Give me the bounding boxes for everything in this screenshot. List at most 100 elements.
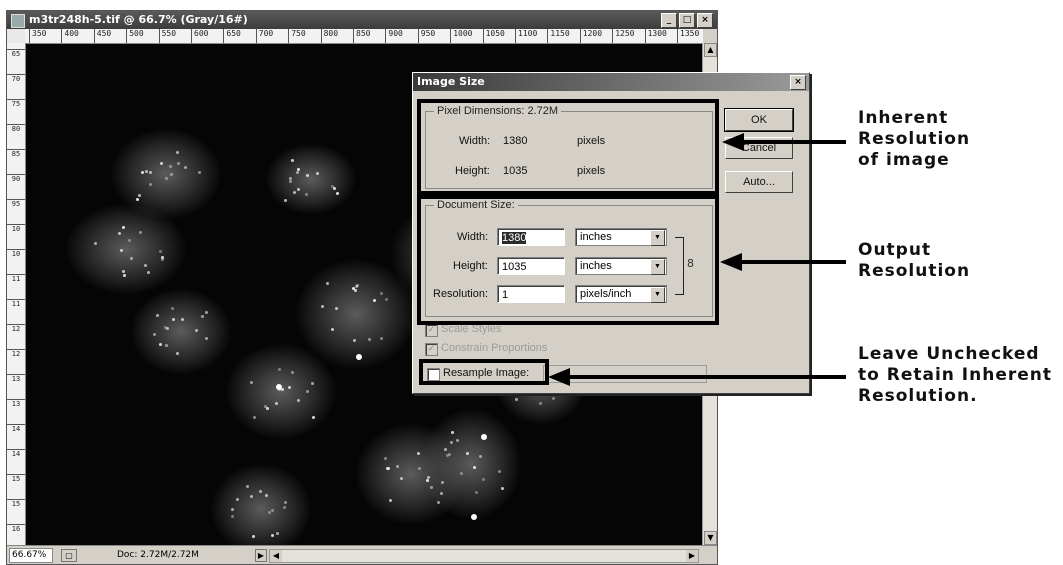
status-menu-arrow[interactable]: ▶ [255, 549, 267, 562]
document-title-bar[interactable]: m3tr248h-5.tif @ 66.7% (Gray/16#) _ □ × [7, 11, 717, 29]
fluorescent-spot [416, 451, 420, 455]
close-button[interactable]: × [697, 13, 713, 28]
ruler-left-tick: 65 [7, 49, 25, 58]
bright-spot [276, 384, 282, 390]
constrain-proportions-checkbox[interactable]: ✓ [425, 343, 438, 356]
fluorescent-spot [176, 351, 180, 355]
fluorescent-spot [161, 257, 165, 261]
fluorescent-spot [127, 239, 131, 242]
cell-blob [131, 289, 231, 374]
bright-spot [471, 514, 477, 520]
zoom-field[interactable]: 66.67% [9, 548, 53, 563]
fluorescent-spot [500, 486, 504, 490]
fluorescent-spot [265, 406, 269, 410]
fluorescent-spot [455, 439, 459, 443]
document-icon [11, 14, 25, 28]
fluorescent-spot [245, 484, 249, 488]
ruler-top-tick: 700 [255, 29, 273, 43]
fluorescent-spot [331, 327, 335, 331]
horizontal-ruler[interactable]: 350 400 450 500 550 600 650 700 750 800 850 900 950 1… [25, 29, 703, 44]
bright-spot [481, 434, 487, 440]
fluorescent-spot [291, 370, 295, 374]
ruler-left-tick: 15 [7, 474, 25, 483]
fluorescent-spot [465, 451, 469, 455]
horizontal-scrollbar[interactable]: ◀ ▶ [269, 549, 699, 563]
fluorescent-spot [277, 368, 281, 372]
ruler-left-tick: 11 [7, 274, 25, 283]
arrowhead-inherent [722, 133, 744, 151]
constrain-proportions-label: Constrain Proportions [441, 342, 548, 354]
ruler-top-tick: 500 [126, 29, 144, 43]
fluorescent-spot [180, 317, 184, 321]
ruler-top-tick: 1350 [677, 29, 699, 43]
fluorescent-spot [140, 170, 144, 174]
callout-output: Output Resolution [858, 240, 971, 281]
ruler-left-tick: 70 [7, 74, 25, 83]
fluorescent-spot [265, 493, 269, 497]
scale-styles-checkbox[interactable]: ✓ [425, 324, 438, 337]
ruler-top-tick: 1050 [482, 29, 505, 43]
ruler-top-tick: 850 [353, 29, 370, 43]
ruler-left-tick: 14 [7, 424, 25, 433]
ruler-top-tick: 1000 [450, 29, 472, 43]
scroll-left-arrow[interactable]: ◀ [270, 550, 282, 562]
ruler-left-tick: 16 [7, 524, 25, 533]
fluorescent-spot [158, 343, 162, 347]
fluorescent-spot [171, 317, 175, 321]
ruler-top-tick: 650 [223, 29, 241, 43]
fluorescent-spot [249, 495, 253, 499]
fluorescent-spot [287, 385, 291, 389]
dialog-title: Image Size [413, 73, 809, 91]
fluorescent-spot [379, 292, 383, 296]
fluorescent-spot [459, 471, 463, 475]
ruler-left-tick: 15 [7, 499, 25, 508]
auto-button[interactable]: Auto... [725, 171, 793, 193]
ruler-top-tick: 1300 [644, 29, 667, 43]
arrow-output [740, 260, 846, 264]
fluorescent-spot [436, 500, 440, 504]
vertical-ruler[interactable]: 65 70 75 80 85 90 95 10 10 11 11 12 12 13 13 14 14 15 15 16 [7, 43, 26, 545]
ruler-left-tick: 12 [7, 349, 25, 358]
ruler-top-tick: 950 [417, 29, 435, 43]
document-size-info: Doc: 2.72M/2.72M [117, 550, 199, 560]
fluorescent-spot [169, 164, 173, 168]
cell-blob [66, 204, 186, 294]
fluorescent-spot [449, 440, 453, 444]
dialog-close-button[interactable]: × [790, 75, 806, 90]
bright-spot [356, 354, 362, 360]
arrowhead-output [720, 253, 742, 271]
fluorescent-spot [538, 401, 542, 405]
ruler-top-tick: 750 [288, 29, 306, 43]
image-size-dialog: Image Size × Pixel Dimensions: 2.72M Wid… [412, 72, 810, 394]
ruler-top-tick: 1200 [579, 29, 602, 43]
fluorescent-spot [284, 500, 288, 504]
maximize-button[interactable]: □ [679, 13, 695, 28]
fluorescent-spot [164, 343, 168, 347]
ruler-left-tick: 14 [7, 449, 25, 458]
ruler-origin[interactable] [7, 29, 26, 44]
fluorescent-spot [352, 338, 356, 342]
callout-leave: Leave Unchecked to Retain Inherent Resol… [858, 344, 1052, 406]
scroll-right-arrow[interactable]: ▶ [686, 550, 698, 562]
fluorescent-spot [388, 499, 392, 503]
arrow-inherent [742, 140, 846, 144]
fluorescent-spot [138, 231, 142, 235]
ruler-left-tick: 95 [7, 199, 25, 208]
ruler-top-tick: 1150 [547, 29, 570, 43]
scroll-up-arrow[interactable]: ▲ [704, 43, 717, 57]
minimize-button[interactable]: _ [661, 13, 677, 28]
fluorescent-spot [121, 226, 125, 230]
fluorescent-spot [379, 336, 383, 340]
ruler-top-tick: 450 [93, 29, 111, 43]
fluorescent-spot [93, 241, 97, 245]
ruler-top-tick: 900 [385, 29, 403, 43]
ruler-left-tick: 11 [7, 299, 25, 308]
ok-button[interactable]: OK [724, 108, 794, 132]
ruler-left-tick: 80 [7, 124, 25, 133]
fluorescent-spot [148, 183, 152, 187]
arrow-leave [568, 375, 846, 379]
fluorescent-spot [427, 475, 431, 479]
scroll-down-arrow[interactable]: ▼ [704, 531, 717, 545]
ruler-left-tick: 75 [7, 99, 25, 108]
navigator-icon[interactable]: ▢ [61, 549, 77, 562]
